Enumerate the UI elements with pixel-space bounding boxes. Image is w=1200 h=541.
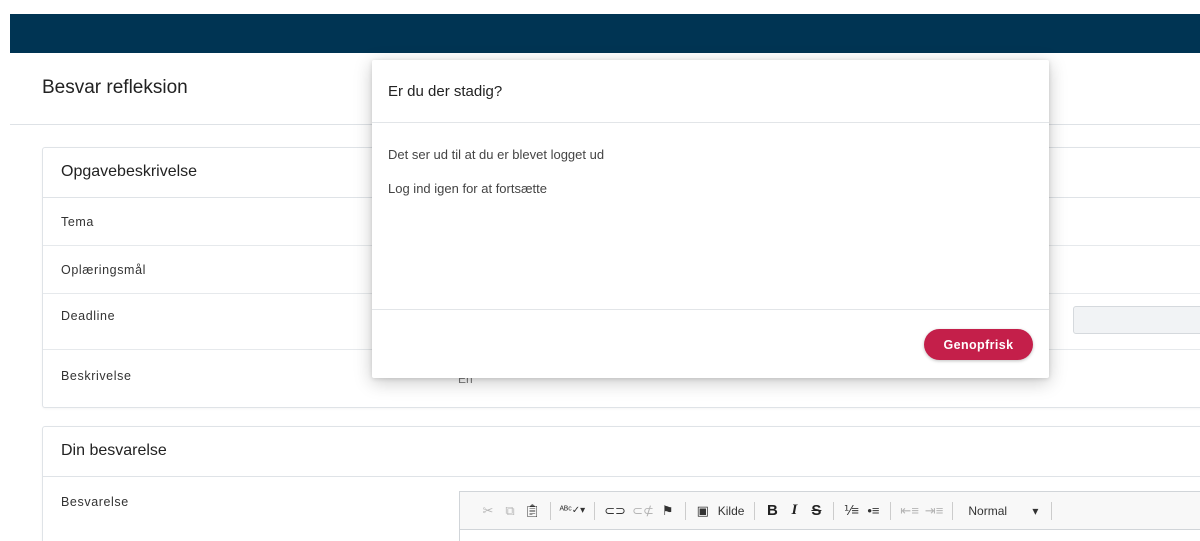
- source-icon[interactable]: ▣: [693, 500, 713, 522]
- deadline-field[interactable]: [1073, 306, 1200, 334]
- toolbar-separator: [594, 501, 596, 520]
- editor-toolbar: ✂ ⧉ 📋︎ ᴬᴮᶜ✓▾ ⊂⊃ ⊂⊄ ⚑ ▣ Kilde B I S ⅟≡ •≡: [460, 492, 1200, 530]
- row-label-deadline: Deadline: [61, 309, 116, 323]
- bulleted-list-icon[interactable]: •≡: [863, 500, 883, 522]
- page-title: Besvar refleksion: [42, 77, 188, 98]
- top-strip: [0, 0, 1200, 14]
- row-label-oplaeringsmaal: Oplæringsmål: [61, 263, 147, 277]
- modal-message-login-again: Log ind igen for at fortsætte: [388, 181, 547, 196]
- chevron-down-icon: ▾: [1032, 503, 1039, 518]
- cut-icon[interactable]: ✂: [478, 500, 498, 522]
- row-label-tema: Tema: [61, 215, 94, 229]
- link-icon[interactable]: ⊂⊃: [602, 500, 628, 522]
- row-label-besvarelse: Besvarelse: [61, 495, 129, 509]
- bold-icon[interactable]: B: [762, 500, 782, 522]
- toolbar-separator: [1051, 501, 1053, 520]
- answer-card-header: Din besvarelse: [43, 427, 1200, 477]
- rich-text-editor: ✂ ⧉ 📋︎ ᴬᴮᶜ✓▾ ⊂⊃ ⊂⊄ ⚑ ▣ Kilde B I S ⅟≡ •≡: [459, 491, 1200, 541]
- numbered-list-icon[interactable]: ⅟≡: [841, 500, 861, 522]
- refresh-button[interactable]: Genopfrisk: [924, 329, 1033, 360]
- anchor-flag-icon[interactable]: ⚑: [658, 500, 678, 522]
- toolbar-separator: [549, 501, 551, 520]
- toolbar-separator: [684, 501, 686, 520]
- answer-card: Din besvarelse Besvarelse ✂ ⧉ 📋︎ ᴬᴮᶜ✓▾ ⊂…: [42, 426, 1200, 541]
- toolbar-separator: [833, 501, 835, 520]
- indent-icon[interactable]: ⇥≡: [923, 500, 945, 522]
- copy-icon[interactable]: ⧉: [500, 500, 520, 522]
- top-navbar: [10, 14, 1200, 53]
- modal-title: Er du der stadig?: [372, 60, 1049, 123]
- session-timeout-modal: Er du der stadig? Det ser ud til at du e…: [372, 60, 1049, 378]
- toolbar-separator: [890, 501, 892, 520]
- strikethrough-icon[interactable]: S: [806, 500, 826, 522]
- format-select-value: Normal: [968, 503, 1008, 518]
- format-select[interactable]: Normal ▾: [960, 504, 1044, 518]
- modal-message-logged-out: Det ser ud til at du er blevet logget ud: [388, 147, 605, 162]
- toolbar-separator: [754, 501, 756, 520]
- row-besvarelse: Besvarelse ✂ ⧉ 📋︎ ᴬᴮᶜ✓▾ ⊂⊃ ⊂⊄ ⚑ ▣ Kilde …: [43, 477, 1200, 541]
- modal-footer: Genopfrisk: [372, 310, 1049, 378]
- outdent-icon[interactable]: ⇤≡: [898, 500, 920, 522]
- spellcheck-icon[interactable]: ᴬᴮᶜ✓▾: [558, 500, 588, 522]
- paste-icon[interactable]: 📋︎: [522, 500, 543, 522]
- unlink-icon[interactable]: ⊂⊄: [630, 500, 656, 522]
- modal-body: Det ser ud til at du er blevet logget ud…: [372, 123, 1049, 310]
- source-button-label[interactable]: Kilde: [715, 504, 748, 518]
- toolbar-separator: [952, 501, 954, 520]
- italic-icon[interactable]: I: [784, 500, 804, 522]
- row-label-beskrivelse: Beskrivelse: [61, 369, 132, 383]
